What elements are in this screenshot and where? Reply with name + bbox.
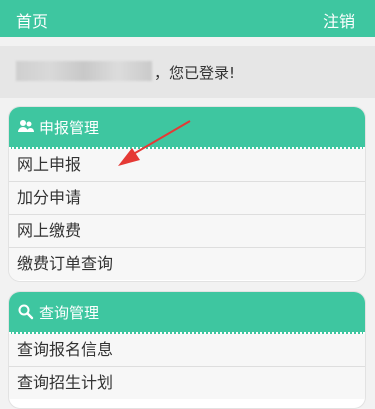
menu-item-online-payment[interactable]: 网上缴费 [9, 215, 365, 248]
search-icon [17, 303, 35, 321]
users-icon [17, 118, 35, 136]
query-panel-title: 查询管理 [39, 303, 100, 322]
menu-item-payment-order-query[interactable]: 缴费订单查询 [9, 248, 365, 280]
query-panel: 查询管理 查询报名信息 查询招生计划 [8, 291, 366, 409]
menu-item-bonus-application[interactable]: 加分申请 [9, 182, 365, 215]
welcome-bar: ，您已登录! [0, 46, 375, 98]
menu-item-online-declaration[interactable]: 网上申报 [9, 149, 365, 182]
login-status-text: ，您已登录! [154, 64, 236, 82]
home-link[interactable]: 首页 [16, 8, 48, 32]
declaration-panel-header: 申报管理 [9, 107, 365, 149]
menu-item-query-enrollment-plan[interactable]: 查询招生计划 [9, 367, 365, 399]
declaration-panel-title: 申报管理 [39, 118, 100, 137]
menu-item-query-registration[interactable]: 查询报名信息 [9, 334, 365, 367]
declaration-panel: 申报管理 网上申报 加分申请 网上缴费 缴费订单查询 [8, 106, 366, 282]
redacted-username [16, 61, 152, 81]
query-panel-header: 查询管理 [9, 292, 365, 334]
top-nav-bar: 首页 注销 [0, 0, 375, 37]
logout-link[interactable]: 注销 [323, 8, 355, 32]
